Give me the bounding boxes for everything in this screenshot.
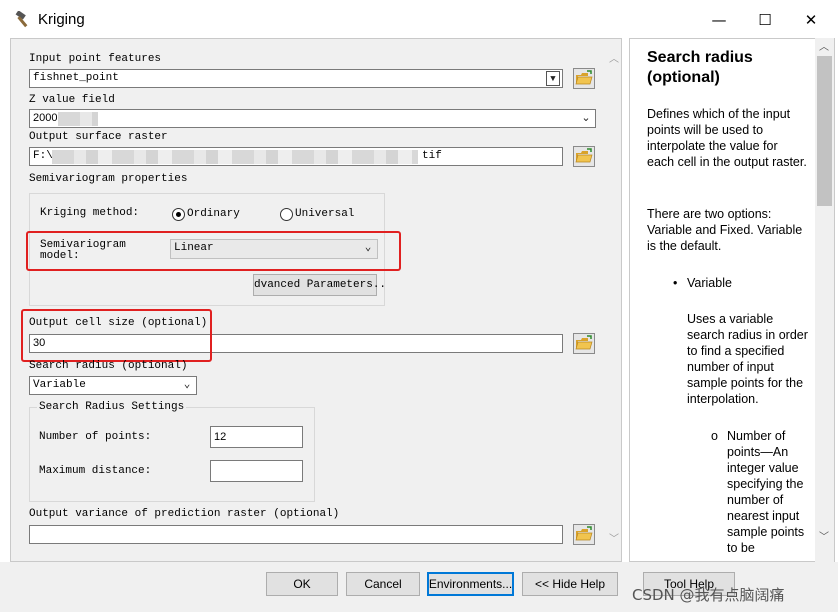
browse-output-button[interactable] [573,146,595,167]
z-value-field-value: 2000 [33,112,58,124]
minimize-button[interactable]: — [696,6,742,34]
close-button[interactable]: ✕ [788,6,834,34]
search-radius-label: Search radius (optional) [29,360,188,372]
redacted-text [58,112,98,126]
scroll-up-arrow-icon[interactable]: ︿ [606,52,622,68]
maximum-distance-field[interactable] [210,460,303,482]
search-radius-value: Variable [33,379,86,391]
help-paragraph-2: There are two options: Variable and Fixe… [647,207,803,253]
browse-variance-button[interactable] [573,524,595,545]
universal-radio[interactable] [280,208,293,221]
help-scrollbar-thumb[interactable] [817,56,832,206]
folder-open-icon [575,148,593,163]
help-sub-bullet: Number of points—An integer value specif… [727,429,805,555]
hammer-icon [15,11,28,28]
search-radius-settings-group [29,407,315,502]
window-title: Kriging [38,11,85,28]
help-paragraph-3: Uses a variable search radius in order t… [687,312,808,406]
environments-button[interactable]: Environments... [427,572,514,596]
ordinary-radio[interactable] [172,208,185,221]
z-value-field-select[interactable]: 2000 ⌄ [29,109,596,128]
highlight-box-cell-size [21,309,212,362]
search-radius-select[interactable]: Variable ⌄ [29,376,197,395]
z-value-field-label: Z value field [29,94,115,106]
csdn-watermark: CSDN @我有点脑阔痛 [632,586,785,604]
redacted-path [52,150,418,164]
browse-input-button[interactable] [573,68,595,89]
circle-bullet-icon: o [711,429,718,443]
output-surface-raster-label: Output surface raster [29,131,168,143]
number-of-points-label: Number of points: [39,431,152,443]
ok-button[interactable]: OK [266,572,338,596]
input-point-features-field[interactable]: fishnet_point ▼ [29,69,563,88]
cancel-button[interactable]: Cancel [346,572,420,596]
input-point-features-value: fishnet_point [33,72,119,84]
number-of-points-value: 12 [214,431,227,443]
help-pane: Search radius (optional) Defines which o… [629,38,835,562]
browse-cell-size-button[interactable] [573,333,595,354]
scroll-down-arrow-icon[interactable]: ﹀ [606,532,622,548]
input-point-features-label: Input point features [29,53,162,65]
chevron-down-icon[interactable]: ▼ [546,71,560,86]
maximum-distance-label: Maximum distance: [39,465,152,477]
universal-label: Universal [295,208,355,220]
chevron-down-icon[interactable]: ⌄ [579,111,593,126]
kriging-method-label: Kriging method: [40,207,140,219]
help-scroll-up-icon[interactable]: ︿ [816,40,832,56]
output-variance-label: Output variance of prediction raster (op… [29,508,340,520]
highlight-box-semivariogram [26,231,401,271]
help-title: Search radius (optional) [647,49,753,86]
output-surface-raster-suffix: tif [422,150,442,162]
advanced-parameters-button[interactable]: dvanced Parameters.. [253,274,386,296]
ordinary-label: Ordinary [187,208,240,220]
folder-open-icon [575,335,593,350]
chevron-down-icon[interactable]: ⌄ [180,378,194,393]
number-of-points-field[interactable]: 12 [210,426,303,448]
folder-open-icon [575,526,593,541]
help-scrollbar[interactable]: ︿ ﹀ [815,38,834,562]
help-paragraph-1: Defines which of the input points will b… [647,107,807,169]
semivariogram-properties-label: Semivariogram properties [29,173,188,185]
help-bullet-variable: Variable [687,276,732,290]
output-surface-raster-prefix: F:\ [33,150,53,162]
search-radius-settings-label: Search Radius Settings [37,401,187,413]
help-scroll-down-icon[interactable]: ﹀ [816,530,832,546]
maximize-button[interactable]: ☐ [742,6,788,34]
folder-open-icon [575,70,593,85]
title-bar: Kriging — ☐ ✕ [0,0,838,38]
output-variance-field[interactable] [29,525,563,544]
hide-help-button[interactable]: << Hide Help [522,572,618,596]
